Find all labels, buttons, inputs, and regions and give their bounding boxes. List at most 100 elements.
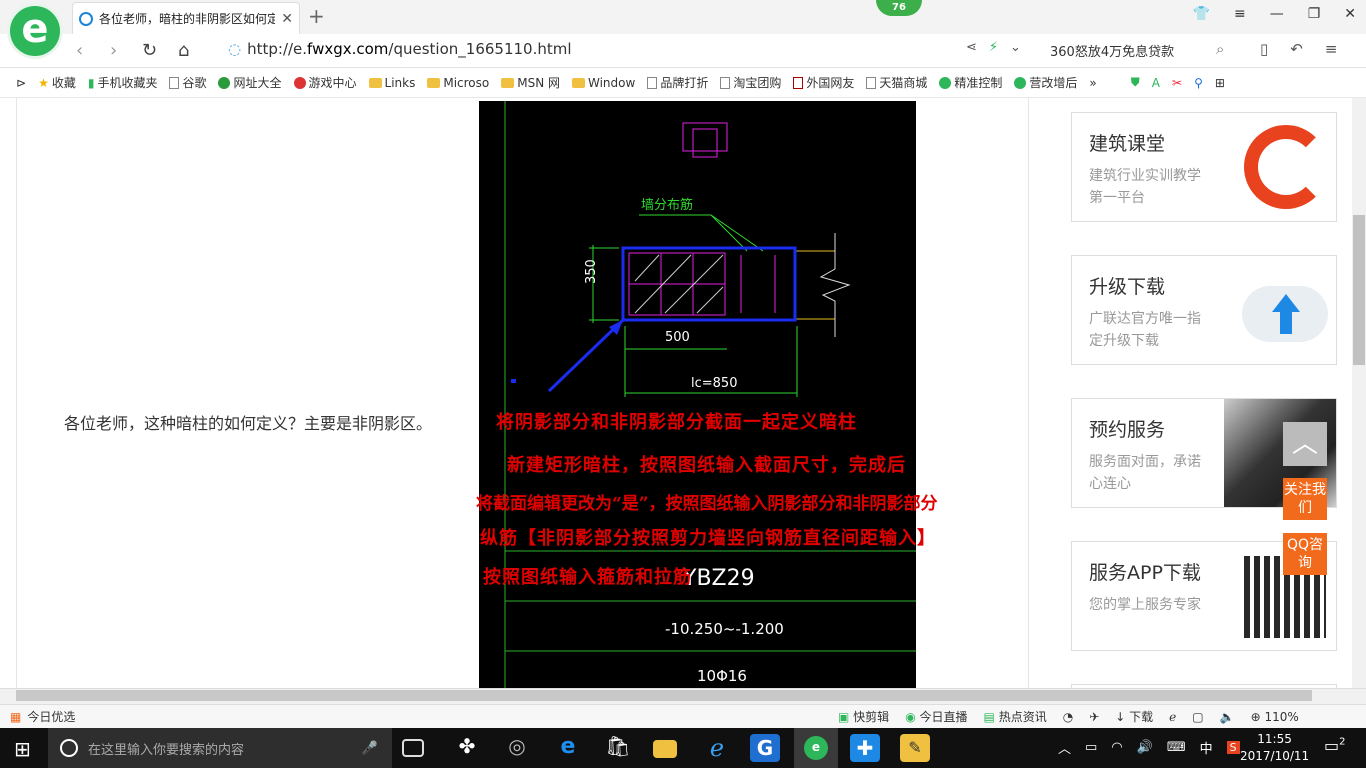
- ime-indicator[interactable]: 中: [1200, 738, 1213, 757]
- status-item[interactable]: ◉ 今日直播: [905, 708, 967, 725]
- tab-active[interactable]: 各位老师，暗柱的非阴影区如何定 ✕: [72, 2, 300, 34]
- taskbar-search[interactable]: 在这里输入你要搜索的内容 🎤: [48, 728, 392, 768]
- close-window-button[interactable]: ✕: [1344, 6, 1356, 22]
- sidebar-divider: [1028, 98, 1029, 688]
- vertical-scrollbar[interactable]: [1352, 98, 1366, 688]
- action-center-button[interactable]: ▭2: [1324, 736, 1346, 755]
- back-to-top-button[interactable]: ︿: [1283, 422, 1327, 466]
- bookmark-item[interactable]: 网址大全: [218, 74, 282, 91]
- bookmark-item[interactable]: MSN 网: [501, 74, 560, 91]
- answer-line-4: 纵筋【非阴影部分按照剪力墙竖向钢筋直径间距输入】: [480, 528, 936, 549]
- battery-icon[interactable]: ▭: [1085, 740, 1097, 755]
- undo-icon[interactable]: ↶: [1290, 40, 1303, 58]
- cad-table-name: YBZ29: [682, 566, 755, 591]
- home-button[interactable]: ⌂: [178, 40, 189, 61]
- status-item[interactable]: ↓ 下载: [1115, 708, 1153, 725]
- grid-icon[interactable]: ⊞: [1215, 76, 1225, 90]
- bookmark-item[interactable]: Microso: [427, 76, 489, 90]
- url-field[interactable]: ◌ http://e.fwxgx.com/question_1665110.ht…: [228, 40, 572, 58]
- cad-table-rebar: 10Φ16: [697, 667, 747, 685]
- bookmark-item[interactable]: ▮ 手机收藏夹: [88, 74, 158, 91]
- sound-icon[interactable]: 🔈: [1220, 710, 1235, 724]
- file-explorer-icon[interactable]: [653, 740, 677, 758]
- back-button[interactable]: ‹: [76, 40, 83, 61]
- fan-app-icon[interactable]: ✤: [452, 734, 482, 762]
- scissors-icon[interactable]: ✂: [1172, 76, 1182, 90]
- bookmark-item[interactable]: 精准控制: [939, 74, 1002, 91]
- sidebar-card-upgrade[interactable]: 升级下载 广联达官方唯一指定升级下载: [1071, 255, 1337, 365]
- restore-button[interactable]: ❐: [1308, 6, 1321, 22]
- zoom-status[interactable]: ⊕ 110%: [1251, 710, 1299, 724]
- shirt-icon[interactable]: 👕: [1193, 6, 1210, 22]
- sidebar-card-course[interactable]: 建筑课堂 建筑行业实训教学第一平台: [1071, 112, 1337, 222]
- bookmark-item[interactable]: 营改增后: [1014, 74, 1077, 91]
- notes-app-icon[interactable]: ✎: [900, 734, 930, 762]
- card-desc: 建筑行业实训教学第一平台: [1089, 168, 1201, 206]
- pin-icon[interactable]: ✈: [1089, 710, 1099, 724]
- accelerate-icon[interactable]: ◔: [1063, 710, 1073, 724]
- feiqiu-app-icon[interactable]: ✚: [850, 734, 880, 762]
- bookmark-item[interactable]: 淘宝团购: [720, 74, 781, 91]
- more-menu-icon[interactable]: ≡: [1325, 40, 1338, 58]
- microphone-icon[interactable]: 🎤: [362, 741, 378, 756]
- page-icon: [647, 76, 658, 89]
- status-left[interactable]: ▦ 今日优选: [10, 708, 75, 725]
- tray-expand-icon[interactable]: ︿: [1058, 738, 1071, 757]
- phone-icon[interactable]: ▯: [1260, 40, 1268, 58]
- question-text: 各位老师，这种暗柱的如何定义？主要是非阴影区。: [64, 414, 433, 433]
- forward-button[interactable]: ›: [110, 40, 117, 61]
- task-view-icon[interactable]: [402, 739, 424, 757]
- phone-icon: ▮: [87, 75, 95, 90]
- taskbar-clock[interactable]: 11:55 2017/10/11: [1240, 731, 1309, 765]
- swirl-app-icon[interactable]: ◎: [502, 734, 532, 762]
- new-tab-button[interactable]: +: [308, 4, 325, 28]
- zoom-icon[interactable]: ⚲: [1194, 76, 1203, 90]
- share-icon[interactable]: ⋖: [966, 40, 977, 55]
- url-path: /question_1665110.html: [388, 40, 572, 58]
- search-icon[interactable]: ⌕: [1216, 40, 1224, 58]
- flash-icon[interactable]: ⚡: [989, 40, 998, 55]
- browser-taskbar-button[interactable]: e: [794, 728, 838, 768]
- follow-us-button[interactable]: 关注我们: [1283, 478, 1327, 520]
- translate-icon[interactable]: A: [1152, 76, 1160, 90]
- status-item[interactable]: ▣ 快剪辑: [838, 708, 889, 725]
- volume-icon[interactable]: 🔊: [1137, 740, 1153, 755]
- windows-start-button[interactable]: ⊞: [14, 737, 31, 761]
- bookmark-item[interactable]: Links: [368, 76, 415, 90]
- cad-drawing-image: 墙分布筋 350 500 lc=850 YBZ29 -10.250~-1.200…: [479, 101, 916, 688]
- internet-explorer-icon[interactable]: ℯ: [702, 734, 732, 762]
- edge-browser-icon[interactable]: e: [553, 734, 583, 762]
- vertical-scroll-thumb[interactable]: [1353, 215, 1365, 365]
- window-icon[interactable]: ▢: [1192, 710, 1203, 724]
- status-item[interactable]: ▤ 热点资讯: [984, 708, 1047, 725]
- refresh-button[interactable]: ↻: [142, 40, 157, 61]
- card-desc: 广联达官方唯一指定升级下载: [1089, 311, 1201, 349]
- bookmark-item[interactable]: 天猫商城: [866, 74, 927, 91]
- search-suggestion[interactable]: 360怒放4万免息贷款: [1050, 41, 1174, 60]
- qq-consult-button[interactable]: QQ咨询: [1283, 533, 1327, 575]
- minimize-button[interactable]: —: [1270, 6, 1284, 22]
- glodon-app-icon[interactable]: G: [750, 734, 780, 762]
- sidebar-toggle-icon[interactable]: ⊳: [16, 76, 26, 90]
- bookmark-item[interactable]: 品牌打折: [647, 74, 708, 91]
- close-tab-icon[interactable]: ✕: [281, 11, 293, 27]
- ie-mode-icon[interactable]: ℯ: [1169, 710, 1176, 724]
- brand-swirl-icon: [1244, 125, 1328, 209]
- browser-logo-icon[interactable]: e: [10, 6, 60, 56]
- folder-icon: [368, 77, 382, 88]
- sogou-ime-icon[interactable]: S: [1226, 741, 1240, 754]
- keyboard-icon[interactable]: ⌨: [1167, 740, 1186, 755]
- more-bookmarks-icon[interactable]: »: [1089, 76, 1096, 90]
- wifi-icon[interactable]: ◠: [1111, 740, 1122, 755]
- bookmark-item[interactable]: 外国网友: [793, 74, 854, 91]
- chat-icon: [939, 76, 952, 89]
- shield-icon[interactable]: ⛊: [1131, 75, 1140, 90]
- bookmark-item[interactable]: 游戏中心: [293, 74, 357, 91]
- bookmark-item[interactable]: 谷歌: [169, 74, 206, 91]
- bookmark-item[interactable]: ★ 收藏: [38, 74, 76, 91]
- bookmark-item[interactable]: Window: [572, 76, 635, 90]
- horizontal-scroll-thumb[interactable]: [16, 690, 1312, 701]
- menu-icon[interactable]: ≡: [1234, 6, 1246, 22]
- store-icon[interactable]: 🛍: [603, 734, 633, 762]
- chevron-down-icon[interactable]: ⌄: [1010, 40, 1021, 55]
